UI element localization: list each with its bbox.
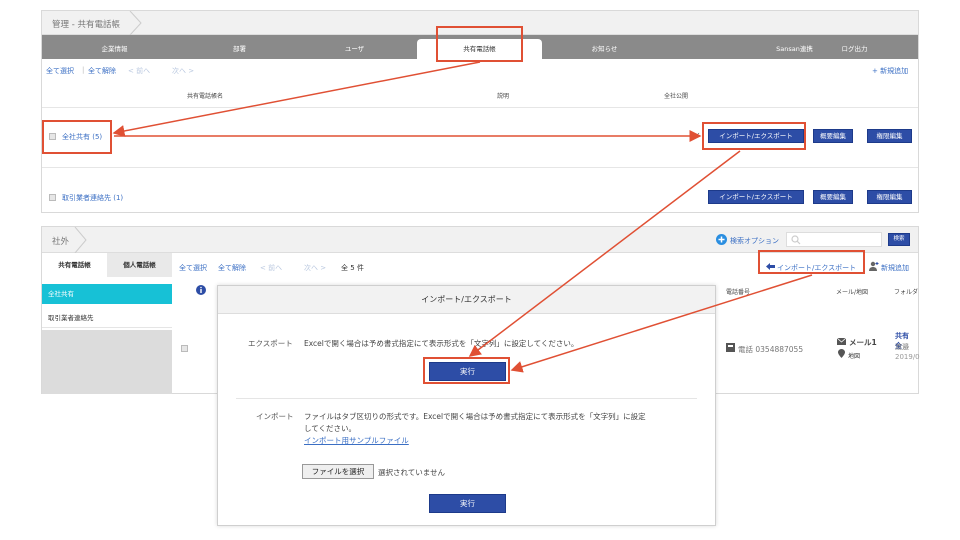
annotation-arrows bbox=[112, 61, 813, 373]
arrow-tab-to-name bbox=[112, 61, 481, 137]
arrow-button-to-run bbox=[468, 150, 741, 357]
